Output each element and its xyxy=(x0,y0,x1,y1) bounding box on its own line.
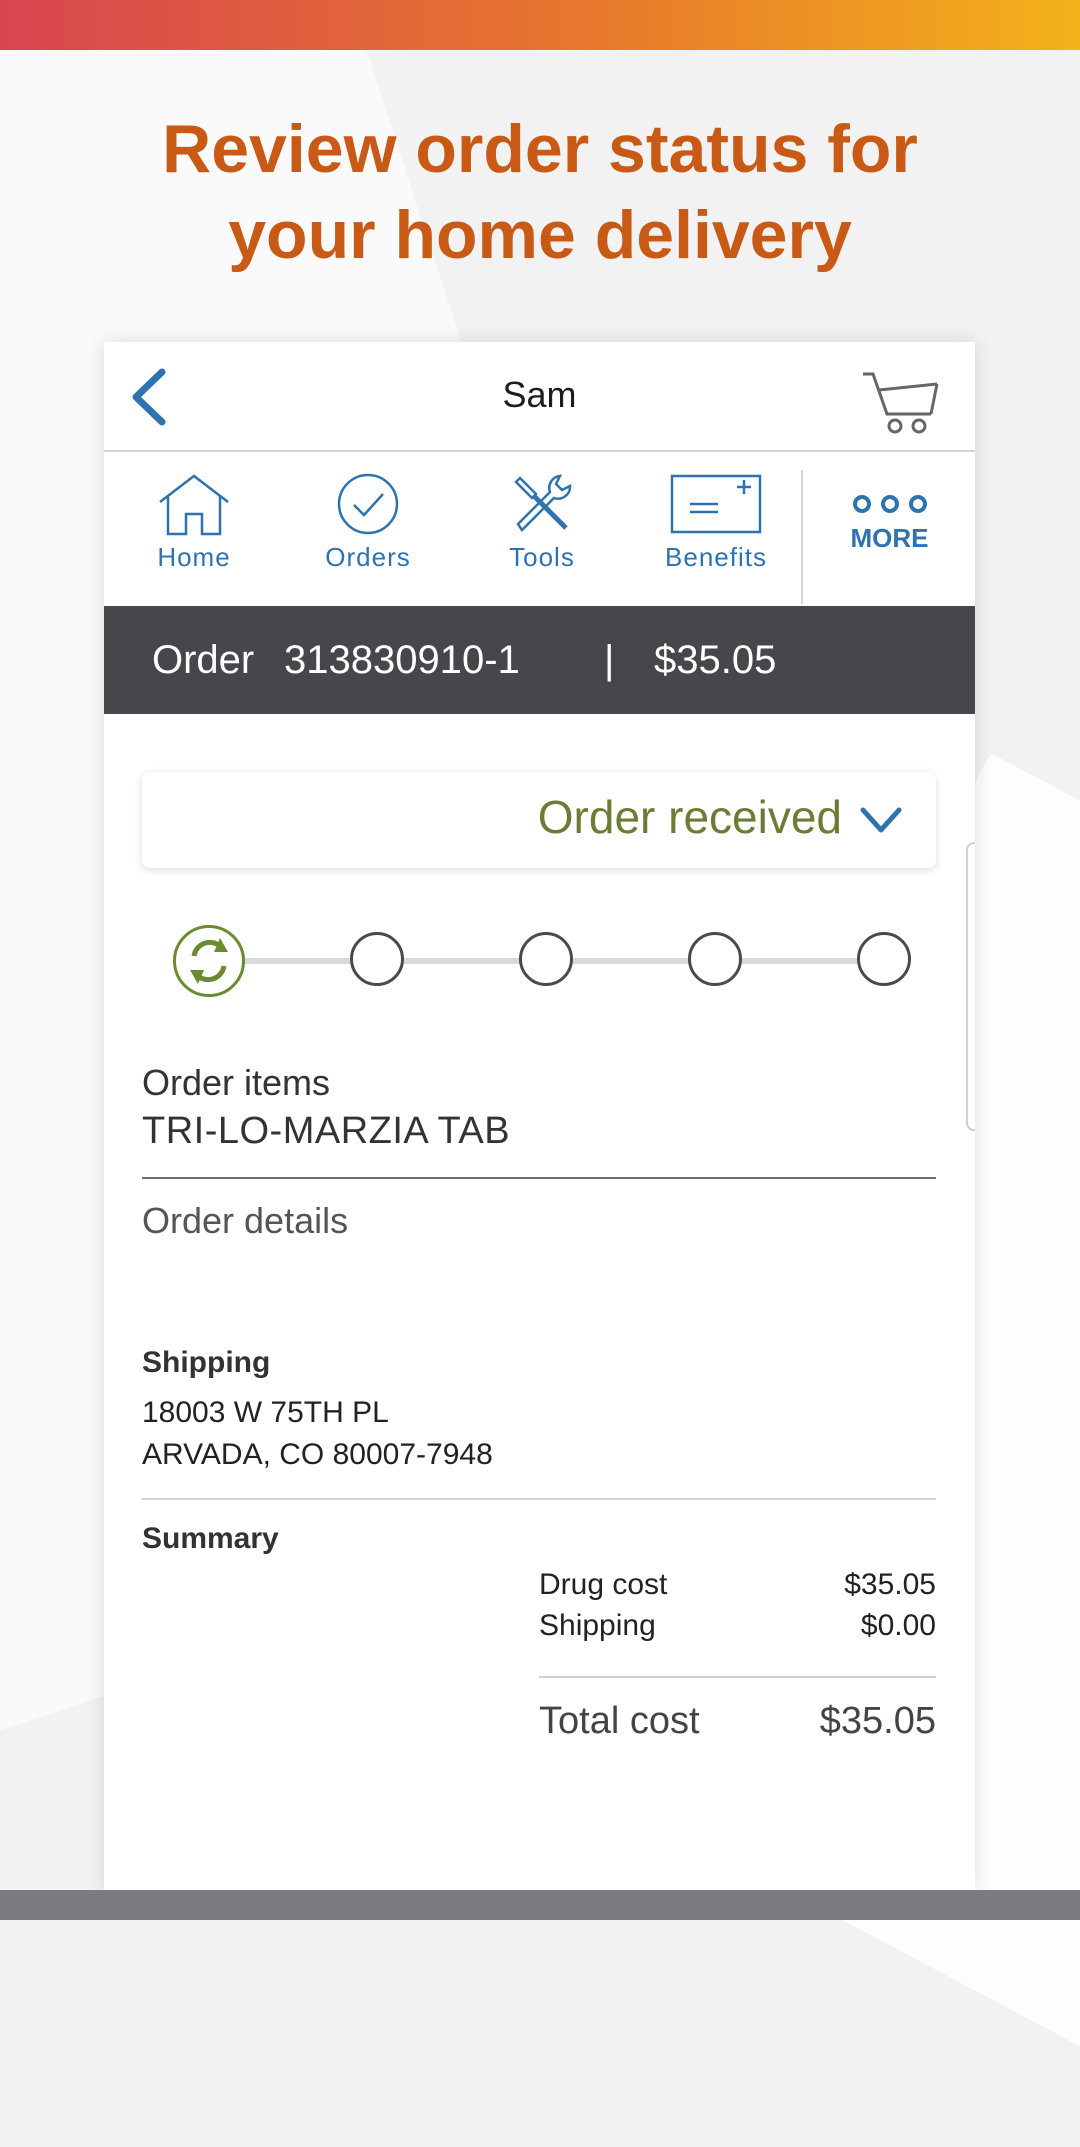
order-items-value: TRI-LO-MARZIA TAB xyxy=(142,1110,511,1152)
divider xyxy=(142,1498,936,1500)
nav-item-benefits[interactable]: Benefits xyxy=(636,472,796,592)
nav-label-tools: Tools xyxy=(509,542,575,572)
header-title: Sam xyxy=(502,374,577,415)
tracker-step xyxy=(688,932,742,986)
summary-total-row: Total cost $35.05 xyxy=(539,1700,936,1743)
promo-headline-line2: your home delivery xyxy=(228,197,852,273)
more-dots-icon xyxy=(852,495,927,513)
promo-headline: Review order status for your home delive… xyxy=(0,106,1080,278)
order-label: Order xyxy=(152,638,255,682)
nav-divider xyxy=(801,470,803,604)
nav-item-home[interactable]: Home xyxy=(114,472,274,592)
benefits-card-icon xyxy=(670,474,762,534)
refresh-icon xyxy=(190,938,228,984)
tracker-step xyxy=(350,932,404,986)
cart-button[interactable] xyxy=(861,370,941,434)
nav-item-orders[interactable]: Orders xyxy=(288,472,448,592)
side-scroll-tab[interactable] xyxy=(966,842,975,1131)
order-amount: $35.05 xyxy=(654,638,777,682)
tracker-step xyxy=(857,932,911,986)
bottom-bar xyxy=(0,1890,1080,1920)
check-circle-icon xyxy=(337,473,399,535)
shipping-cost-value: $0.00 xyxy=(860,1609,936,1642)
shipping-address-line2: ARVADA, CO 80007-7948 xyxy=(142,1438,493,1471)
order-summary-bar: Order 313830910-1 | $35.05 xyxy=(104,606,975,714)
app-header: Sam xyxy=(104,342,975,452)
promo-headline-line1: Review order status for xyxy=(162,111,918,187)
order-details-label: Order details xyxy=(142,1200,349,1241)
tools-icon xyxy=(514,474,572,532)
cart-icon xyxy=(863,372,939,434)
phone-screen: Sam Home Orders Tools Benefits MORE Orde… xyxy=(104,342,975,1892)
shipping-cost-label: Shipping xyxy=(539,1609,656,1642)
tracker-step xyxy=(519,932,573,986)
summary-shipping-row: Shipping $0.00 xyxy=(539,1609,936,1643)
tracker-step-active xyxy=(173,925,245,997)
more-label: MORE xyxy=(850,523,929,553)
divider xyxy=(539,1676,936,1678)
summary-heading: Summary xyxy=(142,1522,279,1555)
order-number: 313830910-1 xyxy=(284,638,520,682)
shipping-heading: Shipping xyxy=(142,1346,271,1379)
shipping-address-line1: 18003 W 75TH PL xyxy=(142,1396,389,1429)
more-button[interactable]: MORE xyxy=(804,492,975,554)
divider xyxy=(142,1177,936,1179)
order-status-dropdown[interactable]: Order received xyxy=(142,772,936,868)
nav-label-benefits: Benefits xyxy=(665,542,767,572)
chevron-down-icon xyxy=(860,807,902,833)
nav-item-tools[interactable]: Tools xyxy=(462,472,622,592)
top-gradient-bar xyxy=(0,0,1080,50)
order-separator: | xyxy=(604,638,615,682)
nav-label-orders: Orders xyxy=(325,542,411,572)
summary-drug-cost-row: Drug cost $35.05 xyxy=(539,1568,936,1602)
status-tracker xyxy=(164,920,924,1000)
total-cost-label: Total cost xyxy=(539,1700,700,1742)
order-items-label: Order items xyxy=(142,1062,331,1103)
nav-label-home: Home xyxy=(157,542,231,572)
home-icon xyxy=(159,474,229,536)
total-cost-value: $35.05 xyxy=(819,1700,936,1742)
drug-cost-value: $35.05 xyxy=(844,1568,936,1601)
order-status-text: Order received xyxy=(537,791,842,843)
drug-cost-label: Drug cost xyxy=(539,1568,668,1601)
